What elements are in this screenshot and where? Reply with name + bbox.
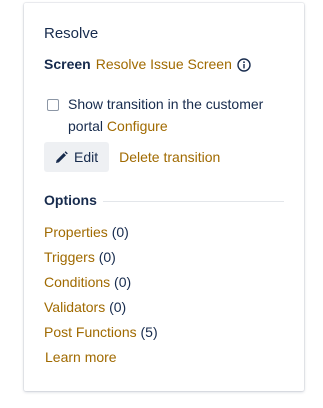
screen-row: Screen Resolve Issue Screen	[44, 54, 251, 74]
option-properties: Properties (0)	[44, 222, 158, 247]
option-post-functions-count: (5)	[140, 324, 158, 340]
screen-link[interactable]: Resolve Issue Screen	[96, 54, 232, 74]
option-post-functions-link[interactable]: Post Functions	[44, 324, 137, 340]
option-triggers-count: (0)	[98, 249, 116, 265]
configure-link[interactable]: Configure	[107, 118, 168, 134]
option-triggers: Triggers (0)	[44, 247, 158, 272]
options-list: Properties (0) Triggers (0) Conditions (…	[44, 222, 158, 347]
option-triggers-link[interactable]: Triggers	[44, 249, 95, 265]
option-properties-link[interactable]: Properties	[44, 224, 108, 240]
action-row: Edit Delete transition	[44, 142, 220, 172]
edit-button-label: Edit	[74, 149, 99, 165]
options-heading-label: Options	[44, 192, 97, 208]
option-validators-count: (0)	[109, 299, 127, 315]
option-conditions-link[interactable]: Conditions	[44, 274, 110, 290]
option-validators: Validators (0)	[44, 297, 158, 322]
option-validators-link[interactable]: Validators	[44, 299, 105, 315]
options-divider	[102, 200, 284, 202]
customer-portal-checkbox[interactable]	[47, 99, 59, 111]
screen-label: Screen	[44, 56, 91, 72]
option-properties-count: (0)	[111, 224, 129, 240]
learn-more-link[interactable]: Learn more	[45, 347, 117, 367]
customer-portal-row: Show transition in the customer portal C…	[44, 93, 289, 137]
option-conditions: Conditions (0)	[44, 272, 158, 297]
pencil-icon	[56, 150, 68, 163]
options-heading: Options	[44, 192, 284, 208]
customer-portal-text: Show transition in the customer portal C…	[68, 93, 289, 137]
edit-button[interactable]: Edit	[44, 142, 110, 172]
delete-transition-link[interactable]: Delete transition	[119, 149, 220, 165]
option-post-functions: Post Functions (5)	[44, 322, 158, 347]
transition-panel: Resolve Screen Resolve Issue Screen Show…	[24, 3, 304, 391]
option-conditions-count: (0)	[114, 274, 132, 290]
info-icon[interactable]	[237, 57, 251, 72]
transition-title: Resolve	[44, 25, 99, 42]
